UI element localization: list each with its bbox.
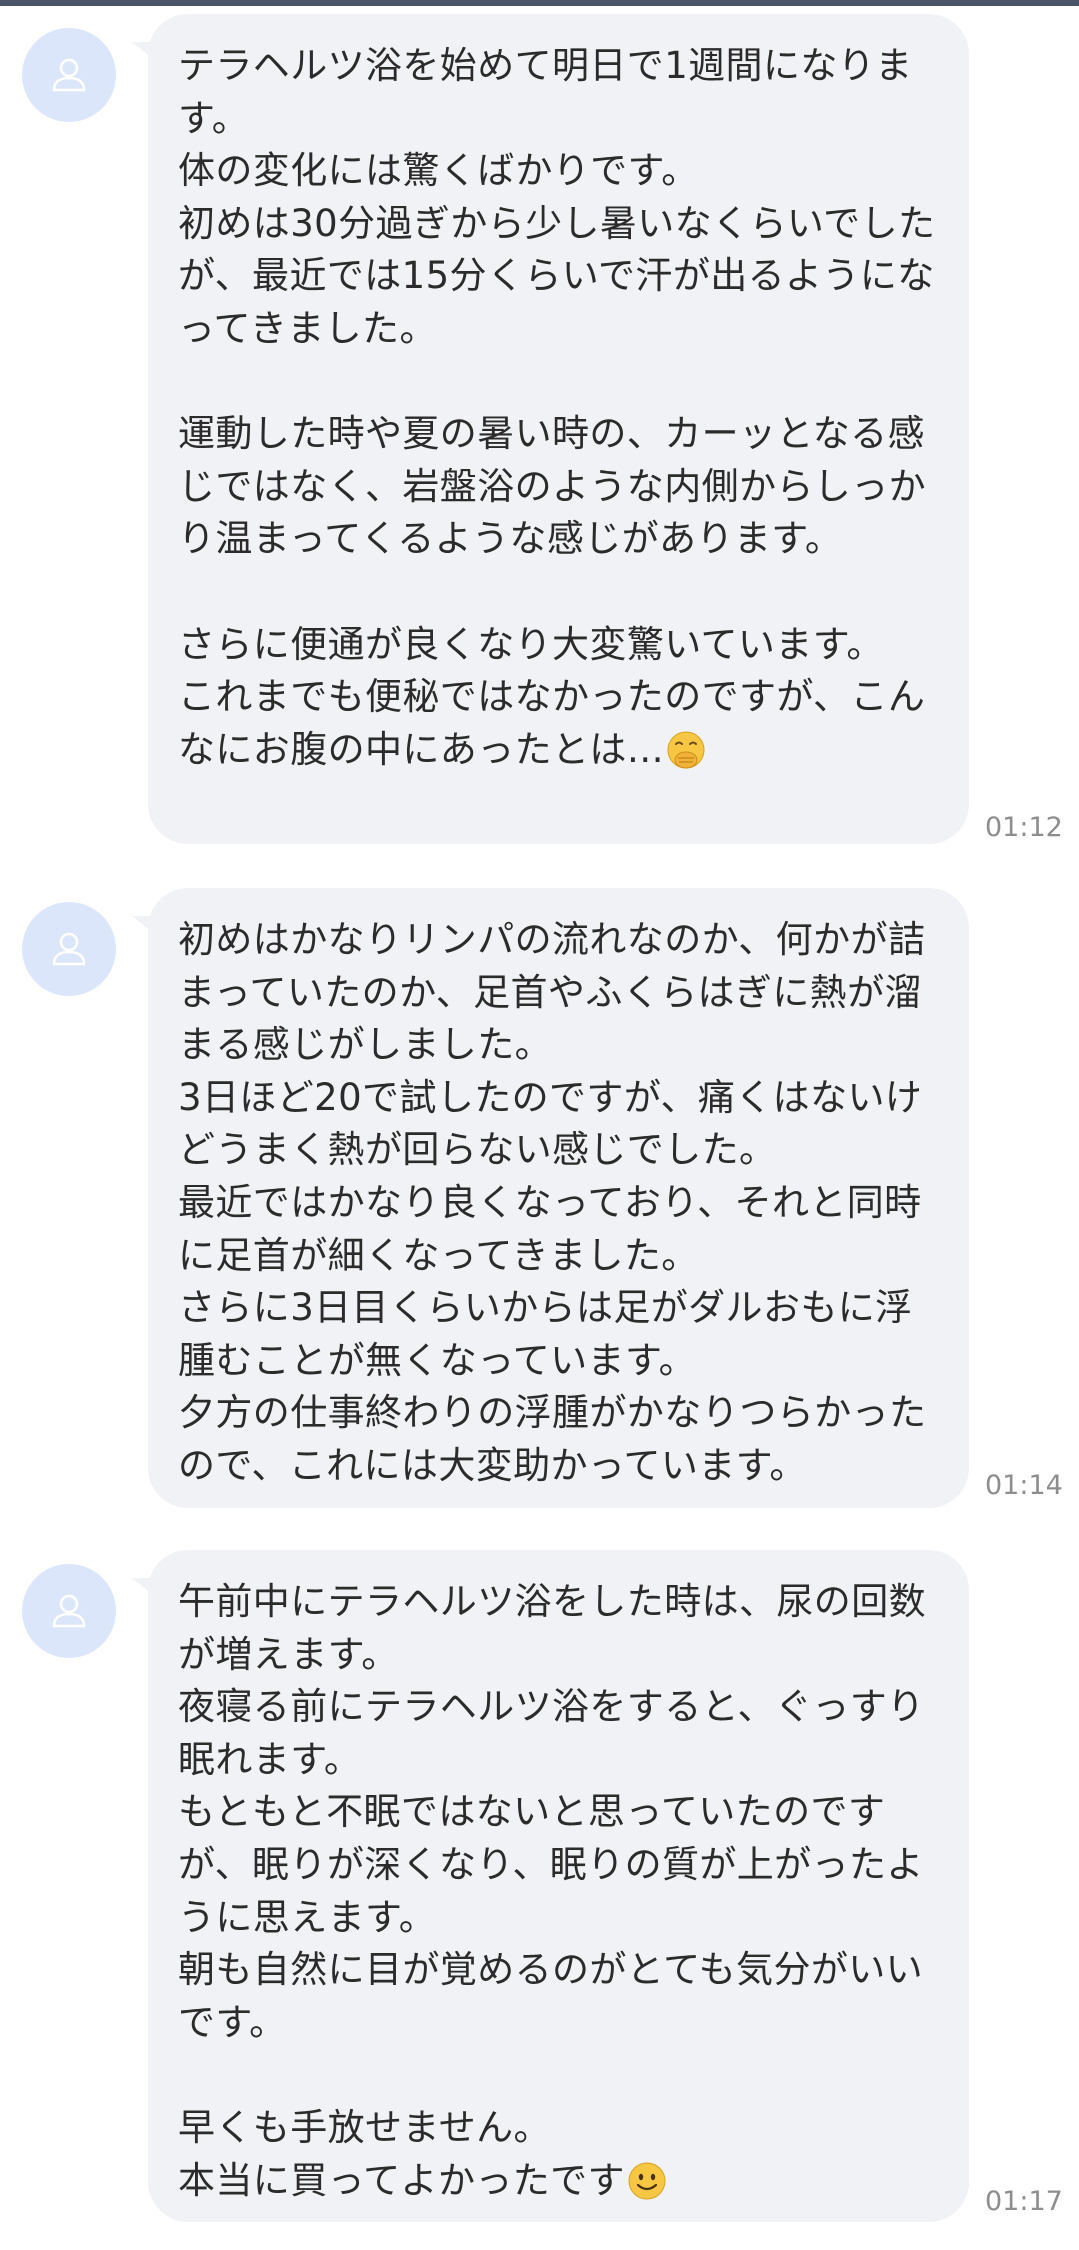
message-timestamp: 01:12 xyxy=(985,812,1063,843)
avatar[interactable] xyxy=(22,1564,116,1658)
message-text: 初めはかなりリンパの流れなのか、何かが詰まっていたのか、足首やふくらはぎに熱が溜… xyxy=(178,918,927,1487)
message-text-content: テラヘルツ浴を始めて明日で1週間になります。 体の変化には驚くばかりです。 初め… xyxy=(178,44,936,771)
message-row-2: 初めはかなりリンパの流れなのか、何かが詰まっていたのか、足首やふくらはぎに熱が溜… xyxy=(0,888,1079,1508)
user-icon xyxy=(52,58,86,92)
slightly-smiling-face-icon xyxy=(627,2161,667,2216)
message-bubble[interactable]: 午前中にテラヘルツ浴をした時は、尿の回数が増えます。 夜寝る前にテラヘルツ浴をす… xyxy=(132,1550,969,2222)
avatar[interactable] xyxy=(22,902,116,996)
face-with-hand-over-mouth-icon xyxy=(666,730,706,785)
message-text: 午前中にテラヘルツ浴をした時は、尿の回数が増えます。 夜寝る前にテラヘルツ浴をす… xyxy=(178,1576,949,2215)
message-timestamp: 01:14 xyxy=(985,1470,1063,1501)
user-icon xyxy=(52,932,86,966)
message-row-1: テラヘルツ浴を始めて明日で1週間になります。 体の変化には驚くばかりです。 初め… xyxy=(0,14,1079,844)
message-text: テラヘルツ浴を始めて明日で1週間になります。 体の変化には驚くばかりです。 初め… xyxy=(178,40,949,784)
user-icon xyxy=(52,1594,86,1628)
message-bubble[interactable]: 初めはかなりリンパの流れなのか、何かが詰まっていたのか、足首やふくらはぎに熱が溜… xyxy=(132,888,969,1508)
avatar[interactable] xyxy=(22,28,116,122)
message-bubble[interactable]: テラヘルツ浴を始めて明日で1週間になります。 体の変化には驚くばかりです。 初め… xyxy=(132,14,969,844)
message-row-3: 午前中にテラヘルツ浴をした時は、尿の回数が増えます。 夜寝る前にテラヘルツ浴をす… xyxy=(0,1550,1079,2222)
status-bar-edge xyxy=(0,0,1079,6)
message-timestamp: 01:17 xyxy=(985,2186,1063,2217)
message-text-content: 午前中にテラヘルツ浴をした時は、尿の回数が増えます。 夜寝る前にテラヘルツ浴をす… xyxy=(178,1580,926,2202)
